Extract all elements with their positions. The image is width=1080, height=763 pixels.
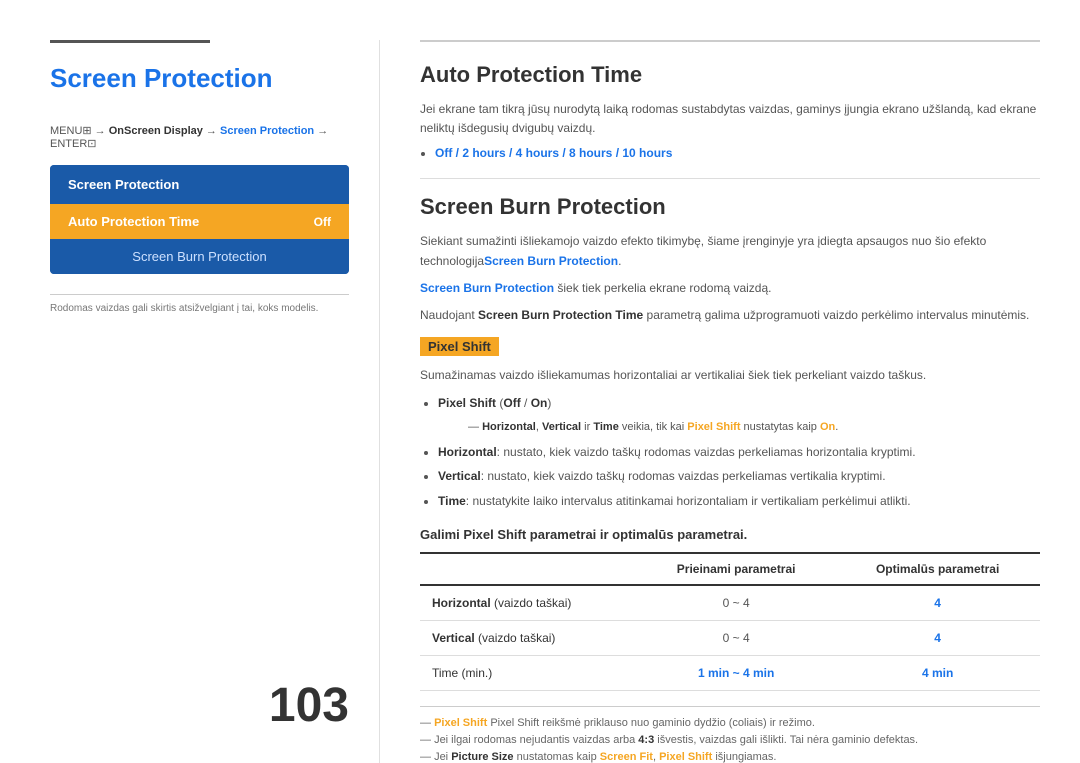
top-divider: [420, 40, 1040, 42]
sidebar-item-value: Off: [314, 215, 331, 229]
col-header-optimal: Optimalūs parametrai: [835, 553, 1040, 585]
options-item: Off / 2 hours / 4 hours / 8 hours / 10 h…: [435, 146, 1040, 160]
bullet-item-3: Horizontal: nustato, kiek vaizdo taškų r…: [438, 442, 1040, 464]
page-title: Screen Protection: [50, 63, 349, 94]
screen-burn-time-bold: Screen Burn Protection Time: [478, 308, 643, 322]
screen-burn-body3: Naudojant Screen Burn Protection Time pa…: [420, 306, 1040, 325]
row-label: Vertical (vaizdo taškai): [420, 621, 637, 656]
auto-protection-title: Auto Protection Time: [420, 62, 1040, 88]
sidebar-note: Rodomas vaizdas gali skirtis atsižvelgia…: [50, 294, 349, 314]
table-row: Horizontal (vaizdo taškai) 0 ~ 4 4: [420, 585, 1040, 621]
row-optimal: 4: [835, 621, 1040, 656]
top-accent-line: [50, 40, 210, 43]
param-table-section: Galimi Pixel Shift parametrai ir optimal…: [420, 527, 1040, 691]
auto-protection-section: Auto Protection Time Jei ekrane tam tikr…: [420, 62, 1040, 160]
footer-note-3: Jei Picture Size nustatomas kaip Screen …: [420, 751, 1040, 763]
pixel-shift-desc: Sumažinamas vaizdo išliekamumas horizont…: [420, 366, 1040, 385]
screen-burn-body2: Screen Burn Protection šiek tiek perkeli…: [420, 279, 1040, 298]
page-number: 103: [269, 678, 349, 733]
screen-burn-title: Screen Burn Protection: [420, 194, 1040, 220]
pixel-shift-title: Pixel Shift: [420, 337, 499, 356]
auto-protection-options: Off / 2 hours / 4 hours / 8 hours / 10 h…: [420, 146, 1040, 160]
screen-burn-bold: Screen Burn Protection: [420, 281, 554, 295]
menu-path: MENU⊞ → OnScreen Display → Screen Protec…: [50, 124, 349, 150]
footer-note-2: Jei ilgai rodomas nejudantis vaizdas arb…: [420, 734, 1040, 746]
row-range: 0 ~ 4: [637, 585, 835, 621]
pixel-shift-section: Pixel Shift Sumažinamas vaizdo išliekamu…: [420, 337, 1040, 763]
col-header-name: [420, 553, 637, 585]
footer-note-1: Pixel Shift Pixel Shift reikšmė priklaus…: [420, 717, 1040, 729]
bullet-item-5: Time: nustatykite laiko intervalus atiti…: [438, 491, 1040, 513]
pixel-shift-bullets: Pixel Shift (Off / On) Horizontal, Verti…: [420, 393, 1040, 512]
bullet-item-2: Horizontal, Vertical ir Time veikia, tik…: [433, 418, 1040, 438]
sidebar-header: Screen Protection: [50, 165, 349, 204]
right-panel: Auto Protection Time Jei ekrane tam tikr…: [380, 40, 1080, 763]
row-optimal: 4: [835, 585, 1040, 621]
table-row: Time (min.) 1 min ~ 4 min 4 min: [420, 656, 1040, 691]
sidebar-item-label: Screen Burn Protection: [132, 249, 266, 264]
sub-note-1: Horizontal, Vertical ir Time veikia, tik…: [438, 418, 1040, 438]
options-text: Off / 2 hours / 4 hours / 8 hours / 10 h…: [435, 146, 672, 160]
bullet-item-1: Pixel Shift (Off / On): [438, 393, 1040, 415]
sidebar-item-label: Auto Protection Time: [68, 214, 199, 229]
row-label: Horizontal (vaizdo taškai): [420, 585, 637, 621]
table-title: Galimi Pixel Shift parametrai ir optimal…: [420, 527, 1040, 542]
param-table: Prieinami parametrai Optimalūs parametra…: [420, 552, 1040, 691]
sidebar-menu: Screen Protection Auto Protection Time O…: [50, 165, 349, 274]
footer-notes: Pixel Shift Pixel Shift reikšmė priklaus…: [420, 706, 1040, 763]
row-range: 1 min ~ 4 min: [637, 656, 835, 691]
sidebar-item-screen-burn[interactable]: Screen Burn Protection: [50, 239, 349, 274]
screen-burn-section: Screen Burn Protection Siekiant sumažint…: [420, 194, 1040, 763]
row-range: 0 ~ 4: [637, 621, 835, 656]
bullet-item-4: Vertical: nustato, kiek vaizdo taškų rod…: [438, 466, 1040, 488]
menu-path-text: MENU⊞ → OnScreen Display → Screen Protec…: [50, 125, 328, 150]
screen-burn-body1: Siekiant sumažinti išliekamojo vaizdo ef…: [420, 232, 1040, 270]
col-header-range: Prieinami parametrai: [637, 553, 835, 585]
auto-protection-body: Jei ekrane tam tikrą jūsų nurodytą laiką…: [420, 100, 1040, 138]
table-row: Vertical (vaizdo taškai) 0 ~ 4 4: [420, 621, 1040, 656]
row-optimal: 4 min: [835, 656, 1040, 691]
screen-burn-link: Screen Burn Protection: [484, 254, 618, 268]
sidebar-item-auto-protection[interactable]: Auto Protection Time Off: [50, 204, 349, 239]
section-divider: [420, 178, 1040, 179]
row-label: Time (min.): [420, 656, 637, 691]
left-panel: Screen Protection MENU⊞ → OnScreen Displ…: [0, 40, 380, 763]
